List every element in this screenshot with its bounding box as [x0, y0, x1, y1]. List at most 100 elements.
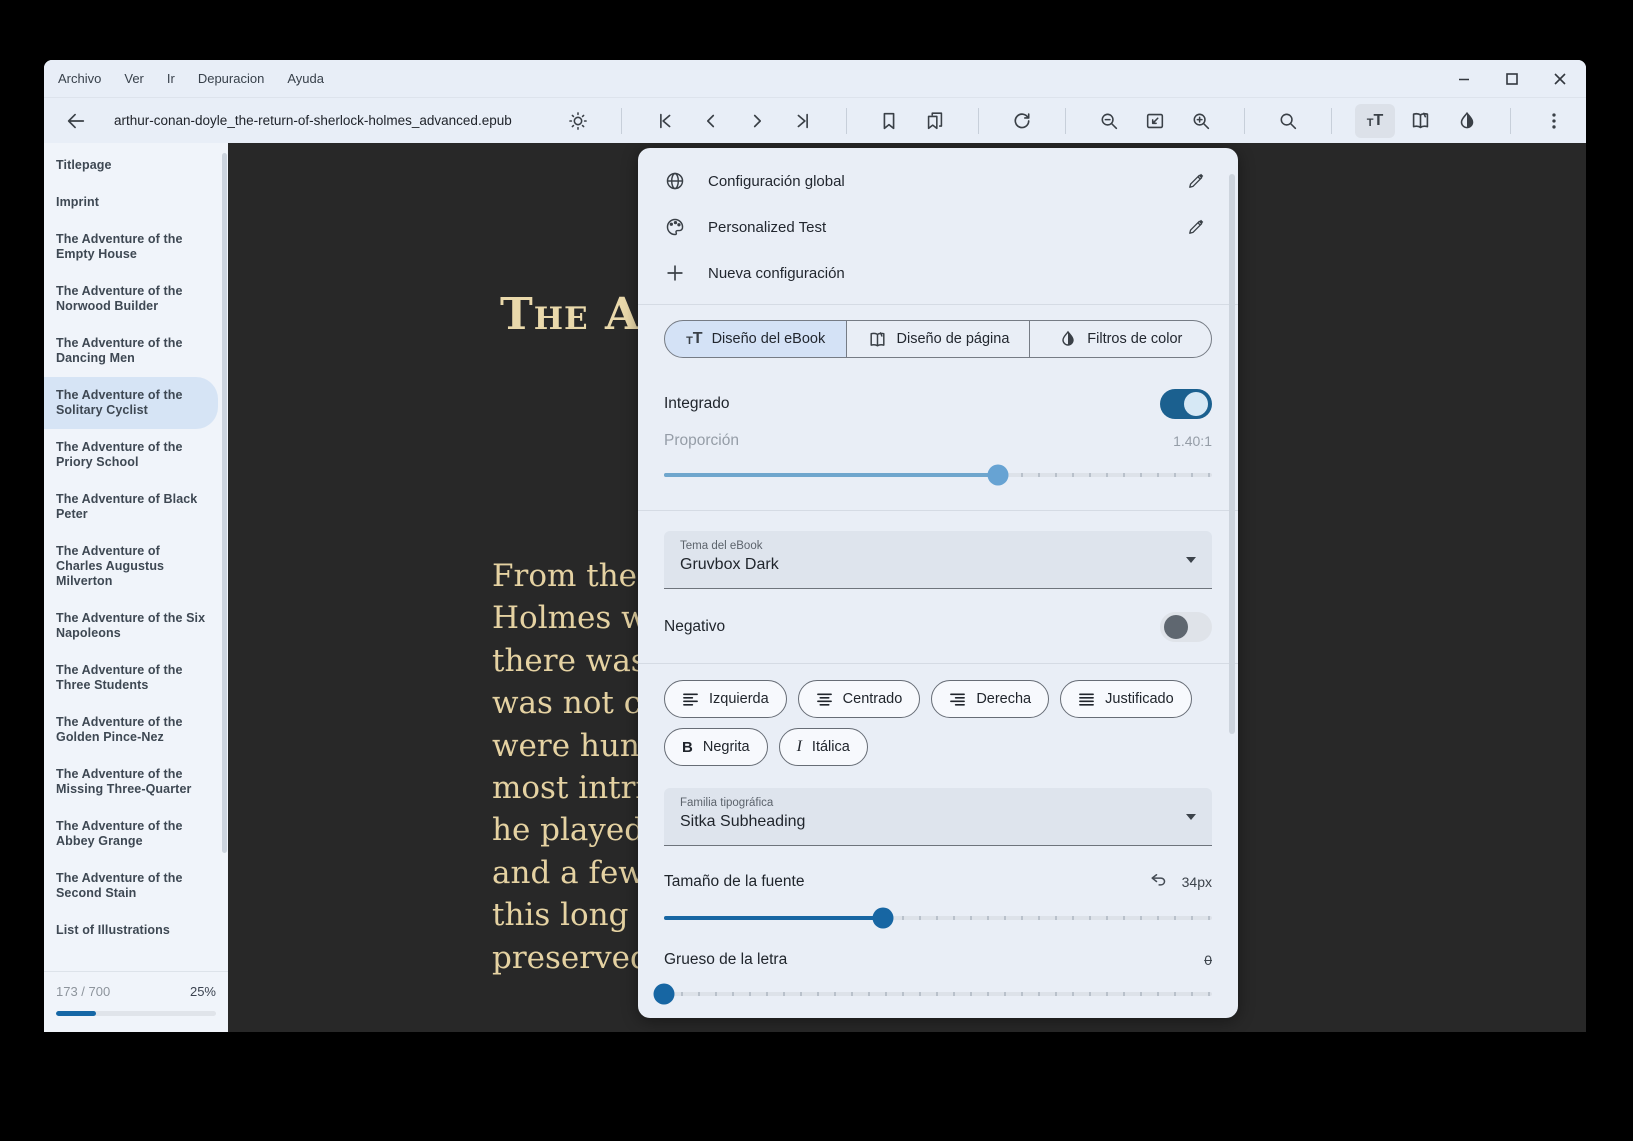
alignment-buttons: Izquierda Centrado Derecha Justificado — [664, 680, 1212, 718]
close-icon — [1552, 71, 1568, 87]
maximize-button[interactable] — [1504, 71, 1520, 87]
bold-button[interactable]: B Negrita — [664, 728, 768, 766]
toc-item[interactable]: The Adventure of the Abbey Grange — [44, 808, 228, 860]
toc-item[interactable]: List of Illustrations — [44, 912, 228, 949]
bold-label: Negrita — [703, 739, 750, 755]
align-justify-button[interactable]: Justificado — [1060, 680, 1192, 718]
toc-item-selected[interactable]: The Adventure of the Solitary Cyclist — [44, 377, 218, 429]
toc-item[interactable]: The Adventure of the Priory School — [44, 429, 228, 481]
menu-ver[interactable]: Ver — [122, 68, 146, 89]
toolbar-separator — [1510, 108, 1511, 134]
edit-personalized-config-button[interactable] — [1180, 211, 1212, 243]
toc-item[interactable]: The Adventure of the Six Napoleons — [44, 600, 228, 652]
font-size-slider[interactable] — [664, 907, 1212, 929]
toolbar-separator — [1065, 108, 1066, 134]
fit-page-button[interactable] — [1135, 104, 1175, 138]
proportion-label: Proporción — [664, 432, 739, 450]
search-button[interactable] — [1268, 104, 1308, 138]
refresh-icon — [1011, 110, 1033, 132]
sidebar-scrollbar[interactable] — [222, 153, 227, 853]
color-filter-button[interactable] — [1447, 104, 1487, 138]
tab-color-filters[interactable]: Filtros de color — [1029, 320, 1212, 358]
font-family-select[interactable]: Familia tipográfica Sitka Subheading — [664, 788, 1212, 846]
align-center-button[interactable]: Centrado — [798, 680, 921, 718]
personalized-config-row[interactable]: Personalized Test — [664, 204, 1212, 250]
bookmark-button[interactable] — [869, 104, 909, 138]
align-center-icon — [816, 691, 833, 708]
sidebar-footer: 173 / 700 25% — [44, 971, 228, 1032]
back-button[interactable] — [56, 104, 96, 138]
align-justify-label: Justificado — [1105, 691, 1174, 707]
slider-thumb[interactable] — [873, 908, 894, 929]
close-button[interactable] — [1552, 71, 1568, 87]
ebook-theme-label: Tema del eBook — [680, 540, 1196, 552]
global-config-row[interactable]: Configuración global — [664, 158, 1212, 204]
refresh-button[interactable] — [1002, 104, 1042, 138]
bookmark-icon — [878, 110, 900, 132]
bookmarks-list-button[interactable] — [915, 104, 955, 138]
format-text-icon: TT — [686, 331, 703, 347]
table-of-contents-sidebar: Titlepage Imprint The Adventure of the E… — [44, 143, 228, 1032]
first-page-button[interactable] — [645, 104, 685, 138]
last-page-icon — [792, 110, 814, 132]
toc-item[interactable]: The Adventure of Black Peter — [44, 481, 228, 533]
toc-item[interactable]: Imprint — [44, 184, 228, 221]
toc-item[interactable]: Titlepage — [44, 147, 228, 184]
toolbar-icons: TT — [558, 104, 1574, 138]
last-page-button[interactable] — [783, 104, 823, 138]
globe-icon — [664, 170, 686, 192]
content-area: Titlepage Imprint The Adventure of the E… — [44, 143, 1586, 1032]
brightness-button[interactable] — [558, 104, 598, 138]
menu-archivo[interactable]: Archivo — [56, 68, 103, 89]
toc-item[interactable]: The Adventure of the Golden Pince-Nez — [44, 704, 228, 756]
integrated-toggle[interactable] — [1160, 389, 1212, 419]
tab-label: Diseño de página — [897, 331, 1010, 347]
menu-ir[interactable]: Ir — [165, 68, 177, 89]
slider-fill — [664, 916, 883, 920]
negative-toggle[interactable] — [1160, 612, 1212, 642]
global-config-label: Configuración global — [708, 173, 845, 190]
panel-divider — [638, 663, 1238, 664]
minimize-button[interactable] — [1456, 71, 1472, 87]
toc-item[interactable]: The Adventure of the Second Stain — [44, 860, 228, 912]
proportion-slider[interactable] — [664, 464, 1212, 486]
toolbar-separator — [846, 108, 847, 134]
toggle-knob — [1164, 615, 1188, 639]
font-size-label: Tamaño de la fuente — [664, 873, 804, 891]
undo-icon — [1149, 870, 1168, 889]
toc-item[interactable]: The Adventure of Charles Augustus Milver… — [44, 533, 228, 600]
tab-page-design[interactable]: Diseño de página — [846, 320, 1029, 358]
color-filter-icon — [1456, 110, 1478, 132]
menu-kebab-button[interactable] — [1534, 104, 1574, 138]
toc-item[interactable]: The Adventure of the Three Students — [44, 652, 228, 704]
new-config-row[interactable]: Nueva configuración — [664, 250, 1212, 296]
font-size-reset-button[interactable] — [1149, 870, 1168, 893]
menu-ayuda[interactable]: Ayuda — [285, 68, 326, 89]
slider-thumb[interactable] — [654, 984, 675, 1005]
tab-ebook-design[interactable]: TT Diseño del eBook — [664, 320, 847, 358]
font-family-value: Sitka Subheading — [680, 813, 1196, 831]
toc-item[interactable]: The Adventure of the Empty House — [44, 221, 228, 273]
align-right-button[interactable]: Derecha — [931, 680, 1049, 718]
panel-scrollbar[interactable] — [1229, 174, 1235, 734]
italic-button[interactable]: I Itálica — [779, 728, 868, 766]
zoom-in-button[interactable] — [1181, 104, 1221, 138]
slider-thumb[interactable] — [988, 465, 1009, 486]
toc-item[interactable]: The Adventure of the Norwood Builder — [44, 273, 228, 325]
italic-label: Itálica — [812, 739, 850, 755]
toggle-knob — [1184, 392, 1208, 416]
align-right-label: Derecha — [976, 691, 1031, 707]
zoom-out-button[interactable] — [1089, 104, 1129, 138]
toc-item[interactable]: The Adventure of the Missing Three-Quart… — [44, 756, 228, 808]
edit-global-config-button[interactable] — [1180, 165, 1212, 197]
format-text-button[interactable]: TT — [1355, 104, 1395, 138]
align-left-button[interactable]: Izquierda — [664, 680, 787, 718]
toc-item[interactable]: The Adventure of the Dancing Men — [44, 325, 228, 377]
previous-page-button[interactable] — [691, 104, 731, 138]
next-page-button[interactable] — [737, 104, 777, 138]
ebook-theme-select[interactable]: Tema del eBook Gruvbox Dark — [664, 531, 1212, 589]
page-layout-button[interactable] — [1401, 104, 1441, 138]
menu-depuracion[interactable]: Depuracion — [196, 68, 267, 89]
font-family-label: Familia tipográfica — [680, 797, 1196, 809]
font-weight-slider[interactable] — [664, 983, 1212, 1005]
